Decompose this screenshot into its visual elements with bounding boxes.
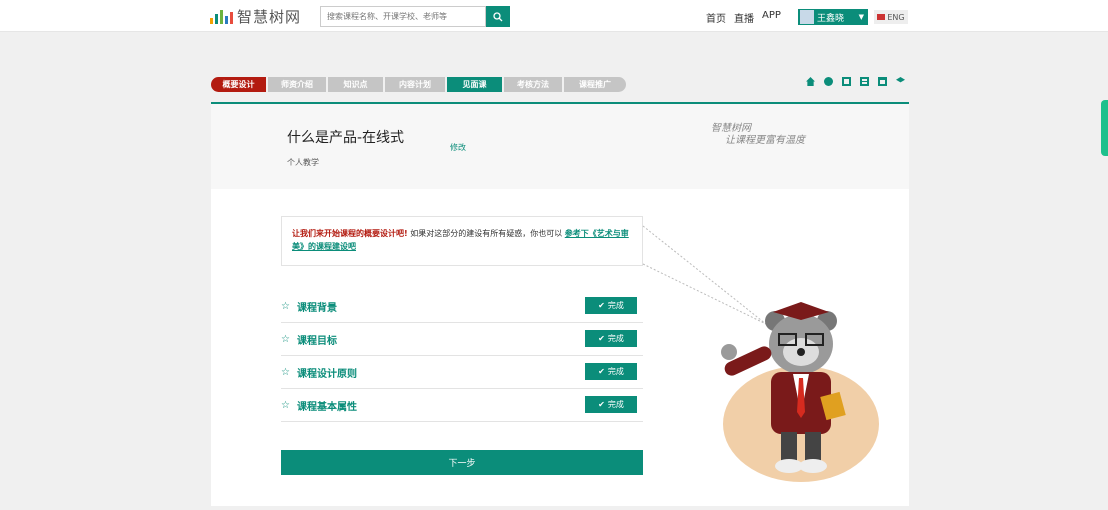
tip-text: 如果对这部分的建设有所有疑惑，你也可以 [407,229,565,238]
search-icon [493,11,503,21]
language-label: ENG [887,12,905,22]
item-label: 课程基本属性 [297,401,357,413]
design-items-list: ☆ 课程背景 ✔ 完成 ☆ 课程目标 ✔ 完成 ☆ 课程设计原则 ✔ 完成 ☆ 课程基… [281,290,643,422]
nav-home-link[interactable]: 首页 [706,10,726,25]
user-name: 王鑫晓 [817,13,845,24]
star-icon: ☆ [281,300,290,312]
step-assessment[interactable]: 考核方法 [504,77,562,92]
complete-button[interactable]: ✔ 完成 [585,330,637,347]
site-logo[interactable]: 智慧树网 [210,7,302,26]
search-bar [320,6,510,27]
slogan: 智慧树网 让课程更富有温度 [711,123,805,147]
next-step-button[interactable]: 下一步 [281,450,643,475]
mascot-bear-illustration [721,302,879,482]
logo-bars-icon [210,8,233,24]
window-icon[interactable] [878,77,887,86]
course-type: 个人教学 [287,158,319,167]
avatar [800,10,814,24]
nav-links: 首页 直播 APP [706,10,781,25]
search-button[interactable] [486,6,510,27]
item-label: 课程目标 [297,335,337,347]
item-label: 课程背景 [297,302,337,314]
caret-down-icon: ▼ [858,13,864,21]
step-knowledge-points[interactable]: 知识点 [328,77,383,92]
complete-button[interactable]: ✔ 完成 [585,396,637,413]
step-promotion[interactable]: 课程推广 [564,77,626,92]
edit-link[interactable]: 修改 [450,142,466,153]
step-meeting-class[interactable]: 见面课 [447,77,502,92]
check-icon: ✔ [598,400,605,409]
star-icon: ☆ [281,366,290,378]
list-item[interactable]: ☆ 课程设计原则 ✔ 完成 [281,356,643,389]
check-icon: ✔ [598,301,605,310]
table-icon[interactable] [860,77,869,86]
user-menu-button[interactable]: 王鑫晓 ▼ [798,9,868,25]
check-icon: ✔ [598,367,605,376]
step-content-plan[interactable]: 内容计划 [385,77,445,92]
tip-box: 让我们来开始课程的概要设计吧! 如果对这部分的建设有所有疑惑，你也可以 参考下《… [281,216,643,266]
list-item[interactable]: ☆ 课程背景 ✔ 完成 [281,290,643,323]
top-navbar: 智慧树网 首页 直播 APP 王鑫晓 ▼ ENG [0,0,1108,32]
list-item[interactable]: ☆ 课程目标 ✔ 完成 [281,323,643,356]
search-input[interactable] [320,6,487,27]
step-toolbar [806,77,905,86]
tip-heading: 让我们来开始课程的概要设计吧! [292,229,408,238]
star-icon: ☆ [281,333,290,345]
nav-live-link[interactable]: 直播 [734,10,754,25]
complete-label: 完成 [607,334,624,343]
item-label: 课程设计原则 [297,368,357,380]
main-card: 什么是产品-在线式 个人教学 修改 智慧树网 让课程更富有温度 让我们来开始课程… [211,102,909,506]
language-switch[interactable]: ENG [874,10,908,24]
course-header: 什么是产品-在线式 个人教学 修改 智慧树网 让课程更富有温度 [211,104,909,189]
side-float-tab[interactable] [1101,100,1108,156]
image-icon[interactable] [842,77,851,86]
uk-flag-icon [877,14,886,20]
complete-label: 完成 [607,400,624,409]
home-icon[interactable] [806,77,815,86]
slogan-line-1: 智慧树网 [711,123,751,134]
layers-icon[interactable] [896,77,905,83]
course-title: 什么是产品-在线式 [287,130,405,146]
star-icon: ☆ [281,399,290,411]
complete-button[interactable]: ✔ 完成 [585,297,637,314]
slogan-line-2: 让课程更富有温度 [725,135,805,146]
step-overview-design[interactable]: 概要设计 [211,77,266,92]
check-icon: ✔ [598,334,605,343]
logo-text: 智慧树网 [237,7,302,26]
step-bar: 概要设计 师资介绍 知识点 内容计划 见面课 考核方法 课程推广 [211,77,628,92]
step-teachers[interactable]: 师资介绍 [268,77,326,92]
eye-icon[interactable] [824,77,833,86]
nav-app-link[interactable]: APP [762,10,781,25]
list-item[interactable]: ☆ 课程基本属性 ✔ 完成 [281,389,643,422]
complete-label: 完成 [607,367,624,376]
complete-button[interactable]: ✔ 完成 [585,363,637,380]
complete-label: 完成 [607,301,624,310]
